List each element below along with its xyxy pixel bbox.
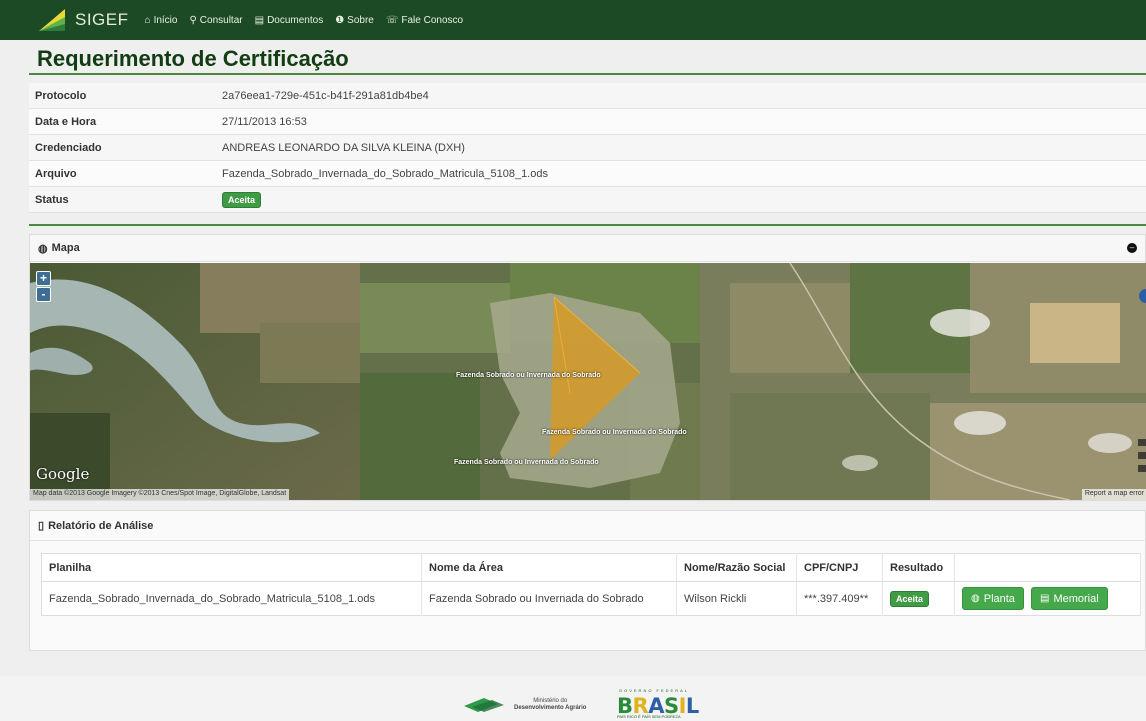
col-planilha: Planilha [41, 553, 422, 582]
sigef-logo-icon [39, 9, 65, 31]
nav-documentos[interactable]: ▤ Documentos [255, 15, 324, 26]
status-badge: Aceita [222, 191, 262, 208]
col-razao-social: Nome/Razão Social [676, 553, 797, 582]
title-divider [29, 73, 1146, 75]
nav-fale-conosco-label: Fale Conosco [401, 14, 464, 26]
google-logo: Google [36, 465, 90, 483]
map-panel-header: ◍ Mapa [30, 235, 1145, 262]
report-map-error-link[interactable]: Report a map error [1081, 489, 1146, 500]
collapse-icon[interactable]: – [1127, 243, 1137, 253]
page-title: Requerimento de Certificação [37, 46, 349, 71]
table-header-row: Planilha Nome da Área Nome/Razão Social … [41, 553, 1141, 582]
brasil-top-text: GOVERNO FEDERAL [619, 688, 690, 693]
info-divider [29, 224, 1146, 226]
col-cpf-cnpj: CPF/CNPJ [796, 553, 883, 582]
map-panel: ◍ Mapa – Fazenda Sobrado ou Invernada do… [29, 234, 1146, 501]
nav-documentos-label: Documentos [267, 14, 324, 26]
zoom-out-button[interactable]: - [36, 287, 51, 302]
memorial-button-label: Memorial [1053, 592, 1099, 605]
nav-sobre-label: Sobre [347, 14, 374, 26]
analysis-report-panel: ▯ Relatório de Análise Planilha Nome da … [29, 510, 1146, 651]
info-label: Data e Hora [35, 115, 97, 128]
info-row-credenciado: Credenciado ANDREAS LEONARDO DA SILVA KL… [29, 135, 1146, 161]
info-row-status: Status Aceita [29, 187, 1146, 213]
info-label: Status [35, 193, 69, 206]
list-icon: ▤ [1040, 593, 1050, 604]
nav-sobre[interactable]: ❶ Sobre [335, 15, 374, 26]
file-icon: ▯ [38, 520, 45, 532]
cell-nome-area: Fazenda Sobrado ou Invernada do Sobrado [421, 581, 677, 616]
cell-planilha: Fazenda_Sobrado_Invernada_do_Sobrado_Mat… [41, 581, 422, 616]
brand[interactable]: SIGEF [37, 7, 129, 33]
request-info: Protocolo 2a76eea1-729e-451c-b41f-291a81… [29, 83, 1146, 213]
table-row: Fazenda_Sobrado_Invernada_do_Sobrado_Mat… [41, 581, 1141, 616]
globe-icon: ◍ [971, 593, 980, 604]
map-zoom-controls: + - [36, 271, 51, 302]
mda-logo-icon [464, 698, 504, 712]
brasil-tagline: PAÍS RICO É PAÍS SEM POBREZA [617, 714, 681, 719]
document-icon: ▤ [254, 14, 265, 26]
map-type-option[interactable] [1138, 439, 1146, 446]
info-row-arquivo: Arquivo Fazenda_Sobrado_Invernada_do_Sob… [29, 161, 1146, 187]
data-hora-value: 27/11/2013 16:53 [222, 115, 307, 128]
mda-logo[interactable]: Ministério do Desenvolvimento Agrário [464, 696, 586, 714]
memorial-button[interactable]: ▤ Memorial [1031, 587, 1108, 610]
info-label: Arquivo [35, 167, 77, 180]
info-row-data-hora: Data e Hora 27/11/2013 16:53 [29, 109, 1146, 135]
result-badge: Aceita [890, 590, 930, 607]
brand-name: SIGEF [75, 10, 129, 29]
map-pan-control-icon[interactable] [1139, 289, 1146, 303]
planta-button[interactable]: ◍ Planta [962, 587, 1024, 610]
mda-line-2: Desenvolvimento Agrário [514, 705, 587, 711]
protocolo-value: 2a76eea1-729e-451c-b41f-291a81db4be4 [222, 89, 429, 102]
search-icon: ⚲ [189, 14, 197, 26]
home-icon: ⌂ [144, 14, 151, 26]
analysis-table: Planilha Nome da Área Nome/Razão Social … [41, 553, 1141, 616]
col-nome-area: Nome da Área [421, 553, 677, 582]
cell-resultado: Aceita [882, 581, 955, 616]
phone-icon: ☏ [385, 14, 399, 26]
nav-fale-conosco[interactable]: ☏ Fale Conosco [386, 15, 463, 26]
map-view[interactable]: Fazenda Sobrado ou Invernada do Sobrado … [30, 263, 1146, 500]
zoom-in-button[interactable]: + [36, 271, 51, 286]
map-parcel-label: Fazenda Sobrado ou Invernada do Sobrado [454, 459, 599, 466]
map-type-option[interactable] [1138, 465, 1146, 472]
mda-line-1: Ministério do [533, 698, 568, 704]
col-actions [954, 553, 1141, 582]
footer: Ministério do Desenvolvimento Agrário GO… [0, 676, 1146, 721]
map-type-option[interactable] [1138, 452, 1146, 459]
report-panel-title: Relatório de Análise [48, 519, 154, 532]
info-icon: ❶ [335, 14, 345, 26]
report-panel-header: ▯ Relatório de Análise [30, 511, 1145, 541]
info-row-protocolo: Protocolo 2a76eea1-729e-451c-b41f-291a81… [29, 83, 1146, 109]
nav-consultar-label: Consultar [199, 14, 243, 26]
top-navbar: SIGEF ⌂ Início ⚲ Consultar ▤ Documentos … [0, 0, 1146, 40]
nav-inicio-label: Início [153, 14, 178, 26]
planta-button-label: Planta [983, 592, 1015, 605]
nav-consultar[interactable]: ⚲ Consultar [189, 15, 242, 26]
map-parcel-label: Fazenda Sobrado ou Invernada do Sobrado [456, 372, 601, 379]
col-resultado: Resultado [882, 553, 955, 582]
info-label: Credenciado [35, 141, 102, 154]
map-type-controls[interactable] [1138, 439, 1146, 472]
cell-razao-social: Wilson Rickli [676, 581, 797, 616]
map-attribution: Map data ©2013 Google Imagery ©2013 Cnes… [30, 489, 290, 500]
arquivo-value: Fazenda_Sobrado_Invernada_do_Sobrado_Mat… [222, 167, 548, 180]
globe-icon: ◍ [38, 242, 48, 255]
cell-actions: ◍ Planta ▤ Memorial [954, 581, 1141, 616]
brasil-logo[interactable]: GOVERNO FEDERAL BRASIL PAÍS RICO É PAÍS … [617, 688, 717, 719]
nav-inicio[interactable]: ⌂ Início [145, 15, 178, 26]
mda-text: Ministério do Desenvolvimento Agrário [514, 698, 586, 712]
cell-cpf-cnpj: ***.397.409** [796, 581, 883, 616]
map-parcel-label: Fazenda Sobrado ou Invernada do Sobrado [542, 429, 687, 436]
map-panel-title: Mapa [51, 242, 80, 254]
info-label: Protocolo [35, 89, 87, 102]
credenciado-value: ANDREAS LEONARDO DA SILVA KLEINA (DXH) [222, 141, 465, 154]
